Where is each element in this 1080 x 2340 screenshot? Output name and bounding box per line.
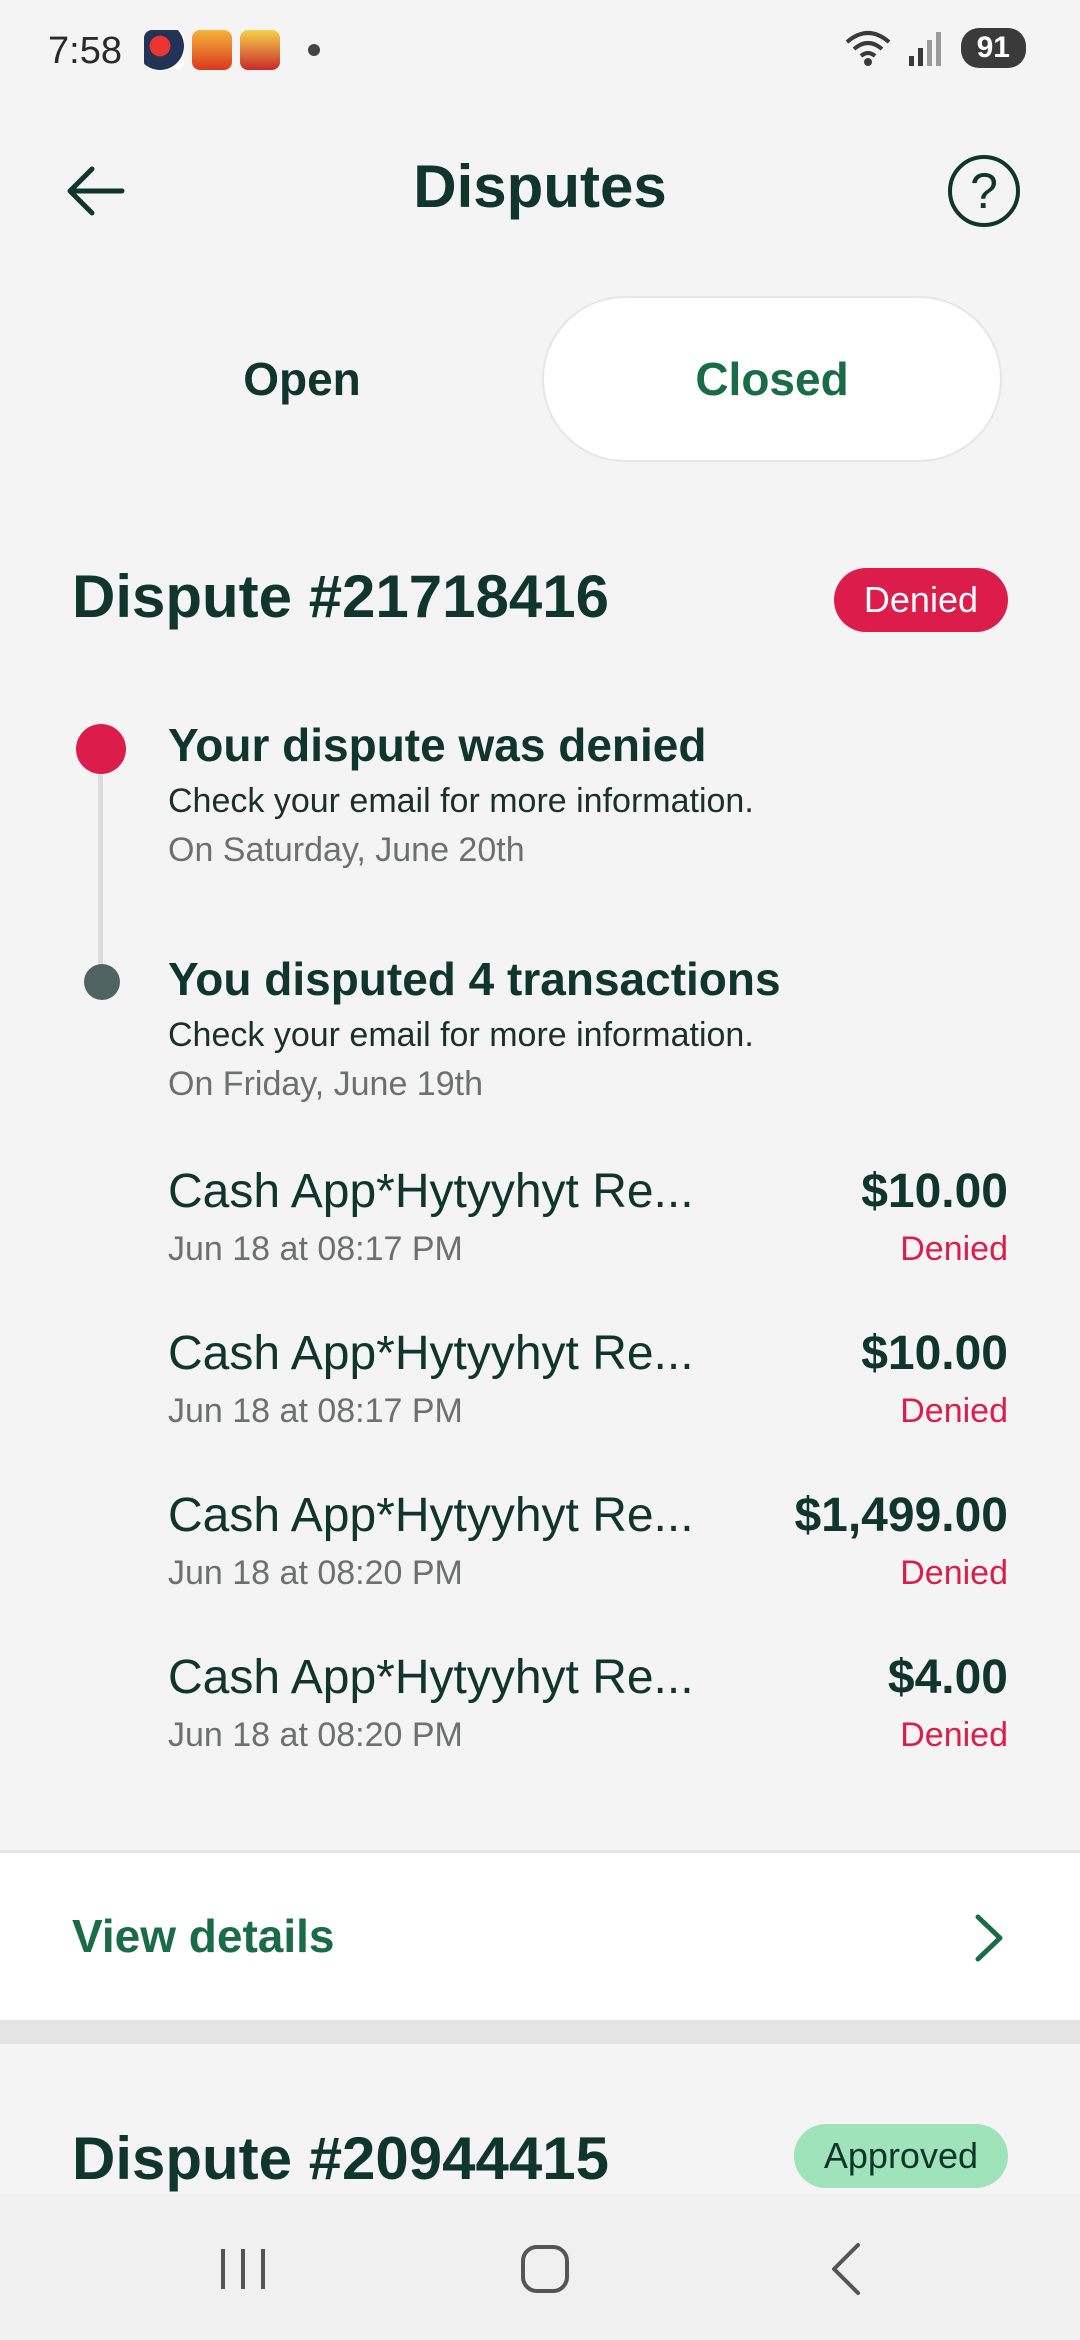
transaction-time: Jun 18 at 08:17 PM xyxy=(168,1392,463,1430)
battery-indicator: 91 xyxy=(960,28,1026,68)
home-button[interactable] xyxy=(505,2234,585,2304)
page-title: Disputes xyxy=(413,153,667,220)
status-badge: Denied xyxy=(833,568,1008,632)
view-details-label: View details xyxy=(72,1910,335,1962)
transaction-status: Denied xyxy=(900,1554,1008,1592)
view-details-button[interactable]: View details xyxy=(0,1853,1080,2023)
slots-app-icon xyxy=(240,30,280,70)
timeline-dot xyxy=(84,964,120,1000)
dispute-tabs: Open Closed xyxy=(72,296,1008,462)
signal-icon xyxy=(908,32,941,66)
tab-closed[interactable]: Closed xyxy=(542,296,1002,462)
timeline-event: You disputed 4 transactions Check your e… xyxy=(168,952,781,1104)
dispute-title: Dispute #20944415 xyxy=(72,2125,610,2192)
screen: 7:58 91 Disputes ? Open Closed Dispute #… xyxy=(0,0,1080,2340)
transaction-row: Cash App*Hytyyhyt Re... Jun 18 at 08:20 … xyxy=(168,1650,1008,1770)
transaction-name: Cash App*Hytyyhyt Re... xyxy=(168,1165,694,1218)
slots-app-icon xyxy=(192,30,232,70)
back-nav-button[interactable] xyxy=(808,2234,888,2304)
transaction-name: Cash App*Hytyyhyt Re... xyxy=(168,1651,694,1704)
transaction-amount: $4.00 xyxy=(887,1651,1008,1704)
header: Disputes ? xyxy=(0,130,1080,250)
transaction-time: Jun 18 at 08:20 PM xyxy=(168,1716,463,1754)
recent-apps-button[interactable] xyxy=(203,2234,283,2304)
system-navigation-bar xyxy=(0,2194,1080,2340)
status-bar: 7:58 91 xyxy=(0,0,1080,110)
transaction-row: Cash App*Hytyyhyt Re... Jun 18 at 08:17 … xyxy=(168,1164,1008,1284)
transaction-time: Jun 18 at 08:17 PM xyxy=(168,1230,463,1268)
help-button[interactable]: ? xyxy=(948,155,1020,227)
event-date: On Saturday, June 20th xyxy=(168,831,525,869)
event-title: You disputed 4 transactions xyxy=(168,953,781,1005)
timeline-line xyxy=(98,752,103,992)
home-icon xyxy=(521,2245,569,2293)
transaction-row: Cash App*Hytyyhyt Re... Jun 18 at 08:17 … xyxy=(168,1326,1008,1446)
status-badge: Approved xyxy=(793,2124,1008,2188)
transaction-amount: $10.00 xyxy=(861,1327,1008,1380)
back-chevron-icon xyxy=(832,2243,860,2295)
dispute-card[interactable]: Dispute #20944415 Approved xyxy=(0,2044,1080,2194)
dispute-title: Dispute #21718416 xyxy=(72,563,610,630)
transaction-status: Denied xyxy=(900,1716,1008,1754)
chevron-right-icon xyxy=(975,1914,1003,1962)
event-subtitle: Check your email for more information. xyxy=(168,782,754,820)
section-divider xyxy=(0,2020,1080,2044)
status-time: 7:58 xyxy=(48,30,122,72)
transaction-row: Cash App*Hytyyhyt Re... Jun 18 at 08:20 … xyxy=(168,1488,1008,1608)
transaction-status: Denied xyxy=(900,1392,1008,1430)
dispute-card: Dispute #21718416 Denied Your dispute wa… xyxy=(0,520,1080,2023)
wifi-icon xyxy=(845,31,890,66)
recent-apps-icon xyxy=(221,2249,265,2289)
transaction-time: Jun 18 at 08:20 PM xyxy=(168,1554,463,1592)
app-notification-icon xyxy=(144,30,184,70)
transaction-name: Cash App*Hytyyhyt Re... xyxy=(168,1489,694,1542)
transaction-name: Cash App*Hytyyhyt Re... xyxy=(168,1327,694,1380)
tab-open[interactable]: Open xyxy=(72,296,532,462)
system-icons: 91 xyxy=(843,28,1026,68)
transaction-amount: $1,499.00 xyxy=(794,1489,1008,1542)
question-mark-icon: ? xyxy=(970,163,998,219)
event-date: On Friday, June 19th xyxy=(168,1065,483,1103)
notification-icons xyxy=(144,30,320,70)
timeline-dot-denied xyxy=(76,724,126,774)
transaction-amount: $10.00 xyxy=(861,1165,1008,1218)
timeline-event: Your dispute was denied Check your email… xyxy=(168,718,754,870)
more-notifications-icon xyxy=(308,44,320,56)
transaction-status: Denied xyxy=(900,1230,1008,1268)
event-subtitle: Check your email for more information. xyxy=(168,1016,754,1054)
event-title: Your dispute was denied xyxy=(168,719,707,771)
